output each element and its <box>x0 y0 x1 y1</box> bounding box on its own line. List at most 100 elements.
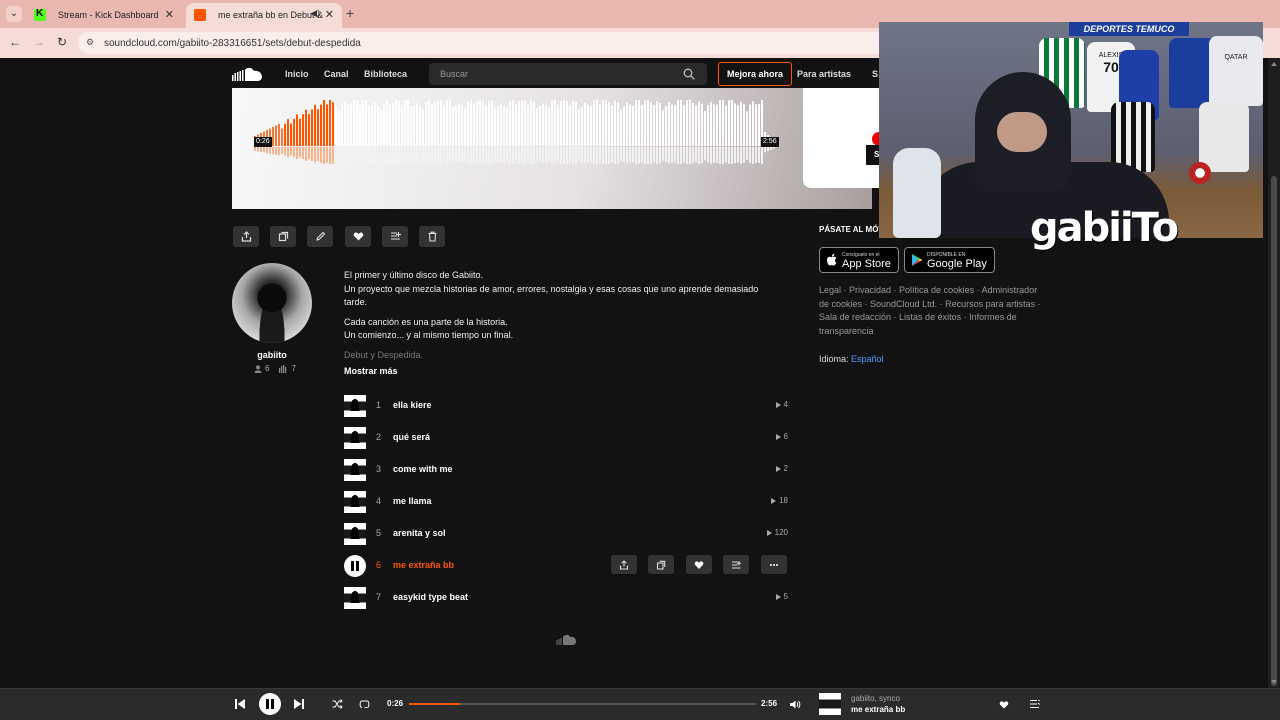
waveform-bar <box>299 118 301 146</box>
like-button[interactable] <box>997 697 1011 711</box>
waveform-bar-reflection <box>665 147 667 163</box>
track-row[interactable]: 6 me extraña bb <box>344 554 788 578</box>
more-button[interactable] <box>761 555 787 574</box>
tab-kick-dashboard[interactable]: Stream - Kick Dashboard ✕ <box>26 3 182 28</box>
back-arrow-icon[interactable]: ← <box>9 35 21 49</box>
progress-bar[interactable] <box>409 703 756 705</box>
track-artwork[interactable] <box>344 459 366 481</box>
track-title[interactable]: me extraña bb <box>393 560 454 570</box>
artist-name[interactable]: gabiito <box>232 350 312 360</box>
track-title[interactable]: easykid type beat <box>393 592 468 602</box>
tracks-icon <box>279 364 287 373</box>
repeat-button[interactable] <box>357 697 371 711</box>
track-artwork[interactable] <box>344 395 366 417</box>
soundcloud-logo-icon[interactable] <box>232 67 264 81</box>
forward-arrow-icon[interactable]: → <box>33 35 45 49</box>
shuffle-button[interactable] <box>330 697 344 711</box>
artist-avatar[interactable] <box>232 263 312 343</box>
tab-soundcloud[interactable]: me extraña bb en Debut & ◀) ✕ <box>186 3 342 28</box>
share-button[interactable] <box>233 226 259 247</box>
site-info-icon[interactable]: ⚙ <box>86 37 98 49</box>
previous-button[interactable] <box>233 697 247 711</box>
scroll-up-icon[interactable] <box>1271 62 1277 66</box>
track-row[interactable]: 5 arenita y sol 120 <box>344 522 788 546</box>
add-to-queue-button[interactable] <box>723 555 749 574</box>
show-more-link[interactable]: Mostrar más <box>344 366 398 376</box>
waveform-bar-reflection <box>596 147 598 164</box>
close-icon[interactable]: ✕ <box>325 8 334 21</box>
copy-link-button[interactable] <box>270 226 296 247</box>
play-pause-button[interactable] <box>259 693 281 715</box>
like-button[interactable] <box>686 555 712 574</box>
track-row[interactable]: 3 come with me 2 <box>344 458 788 482</box>
now-playing-artwork[interactable] <box>819 693 841 715</box>
share-button[interactable] <box>611 555 637 574</box>
edit-button[interactable] <box>307 226 333 247</box>
waveform-bar-reflection <box>443 147 445 163</box>
waveform-bar <box>278 124 280 146</box>
track-artwork[interactable] <box>344 523 366 545</box>
track-number: 3 <box>376 464 382 474</box>
next-button[interactable] <box>292 697 306 711</box>
track-row[interactable]: 1 ella kiere 4 <box>344 394 788 418</box>
promo-card-button[interactable]: S <box>866 145 879 165</box>
nav-para-artistas[interactable]: Para artistas <box>797 69 851 79</box>
player-duration: 2:56 <box>761 699 778 708</box>
nav-canal[interactable]: Canal <box>324 69 349 79</box>
new-tab-plus-icon[interactable]: + <box>346 5 354 21</box>
nav-biblioteca[interactable]: Biblioteca <box>364 69 407 79</box>
promo-card <box>803 88 879 188</box>
footer-links[interactable]: Legal · Privacidad · Política de cookies… <box>819 284 1044 338</box>
volume-button[interactable] <box>788 697 802 711</box>
track-title[interactable]: qué será <box>393 432 430 442</box>
waveform-bar <box>422 109 424 146</box>
track-title[interactable]: arenita y sol <box>393 528 446 538</box>
scroll-down-icon[interactable] <box>1271 680 1277 684</box>
tab-search-icon[interactable]: ⌄ <box>6 6 22 22</box>
waveform-bar <box>536 108 538 146</box>
speaker-icon[interactable]: ◀) <box>310 8 320 19</box>
track-row[interactable]: 2 qué será 6 <box>344 426 788 450</box>
now-playing-artist[interactable]: gabiito, synco <box>851 694 900 703</box>
waveform-bar-reflection <box>758 147 760 163</box>
search-icon[interactable] <box>683 68 695 80</box>
delete-button[interactable] <box>419 226 445 247</box>
reload-icon[interactable]: ↻ <box>57 35 67 49</box>
queue-button[interactable] <box>1027 697 1041 711</box>
track-number: 4 <box>376 496 382 506</box>
google-play-button[interactable]: DISPONIBLE EN Google Play <box>904 247 995 273</box>
track-row[interactable]: 4 me llama 18 <box>344 490 788 514</box>
waveform[interactable] <box>254 100 778 164</box>
track-title[interactable]: me llama <box>393 496 432 506</box>
track-title[interactable]: come with me <box>393 464 453 474</box>
like-button[interactable] <box>345 226 371 247</box>
search-input[interactable]: Buscar <box>429 63 707 85</box>
track-artwork[interactable] <box>344 427 366 449</box>
copy-link-button[interactable] <box>648 555 674 574</box>
nav-cut-item[interactable]: S <box>872 69 878 79</box>
track-pause-button[interactable] <box>344 555 366 577</box>
jersey-text: QATAR <box>1224 54 1248 61</box>
nav-inicio[interactable]: Inicio <box>285 69 309 79</box>
waveform-bar <box>521 100 523 146</box>
page-scrollbar[interactable] <box>1268 58 1280 688</box>
track-title[interactable]: ella kiere <box>393 400 432 410</box>
waveform-bar <box>500 103 502 146</box>
track-artwork[interactable] <box>344 587 366 609</box>
language-link[interactable]: Español <box>851 354 884 364</box>
add-to-queue-button[interactable] <box>382 226 408 247</box>
scrollbar-thumb[interactable] <box>1271 176 1277 686</box>
followers-stat[interactable]: 6 <box>254 364 269 373</box>
tracks-stat[interactable]: 7 <box>279 364 296 373</box>
waveform-bar-reflection <box>707 147 709 163</box>
waveform-bar-reflection <box>281 147 283 154</box>
track-artwork[interactable] <box>344 491 366 513</box>
waveform-bar-reflection <box>644 147 646 164</box>
now-playing-title[interactable]: me extraña bb <box>851 705 905 714</box>
waveform-bar <box>551 100 553 146</box>
app-store-button[interactable]: Consíguelo en el App Store <box>819 247 899 273</box>
close-icon[interactable]: ✕ <box>165 8 174 21</box>
track-row[interactable]: 7 easykid type beat 5 <box>344 586 788 610</box>
waveform-bar-reflection <box>302 147 304 160</box>
upgrade-button[interactable]: Mejora ahora <box>718 62 792 86</box>
